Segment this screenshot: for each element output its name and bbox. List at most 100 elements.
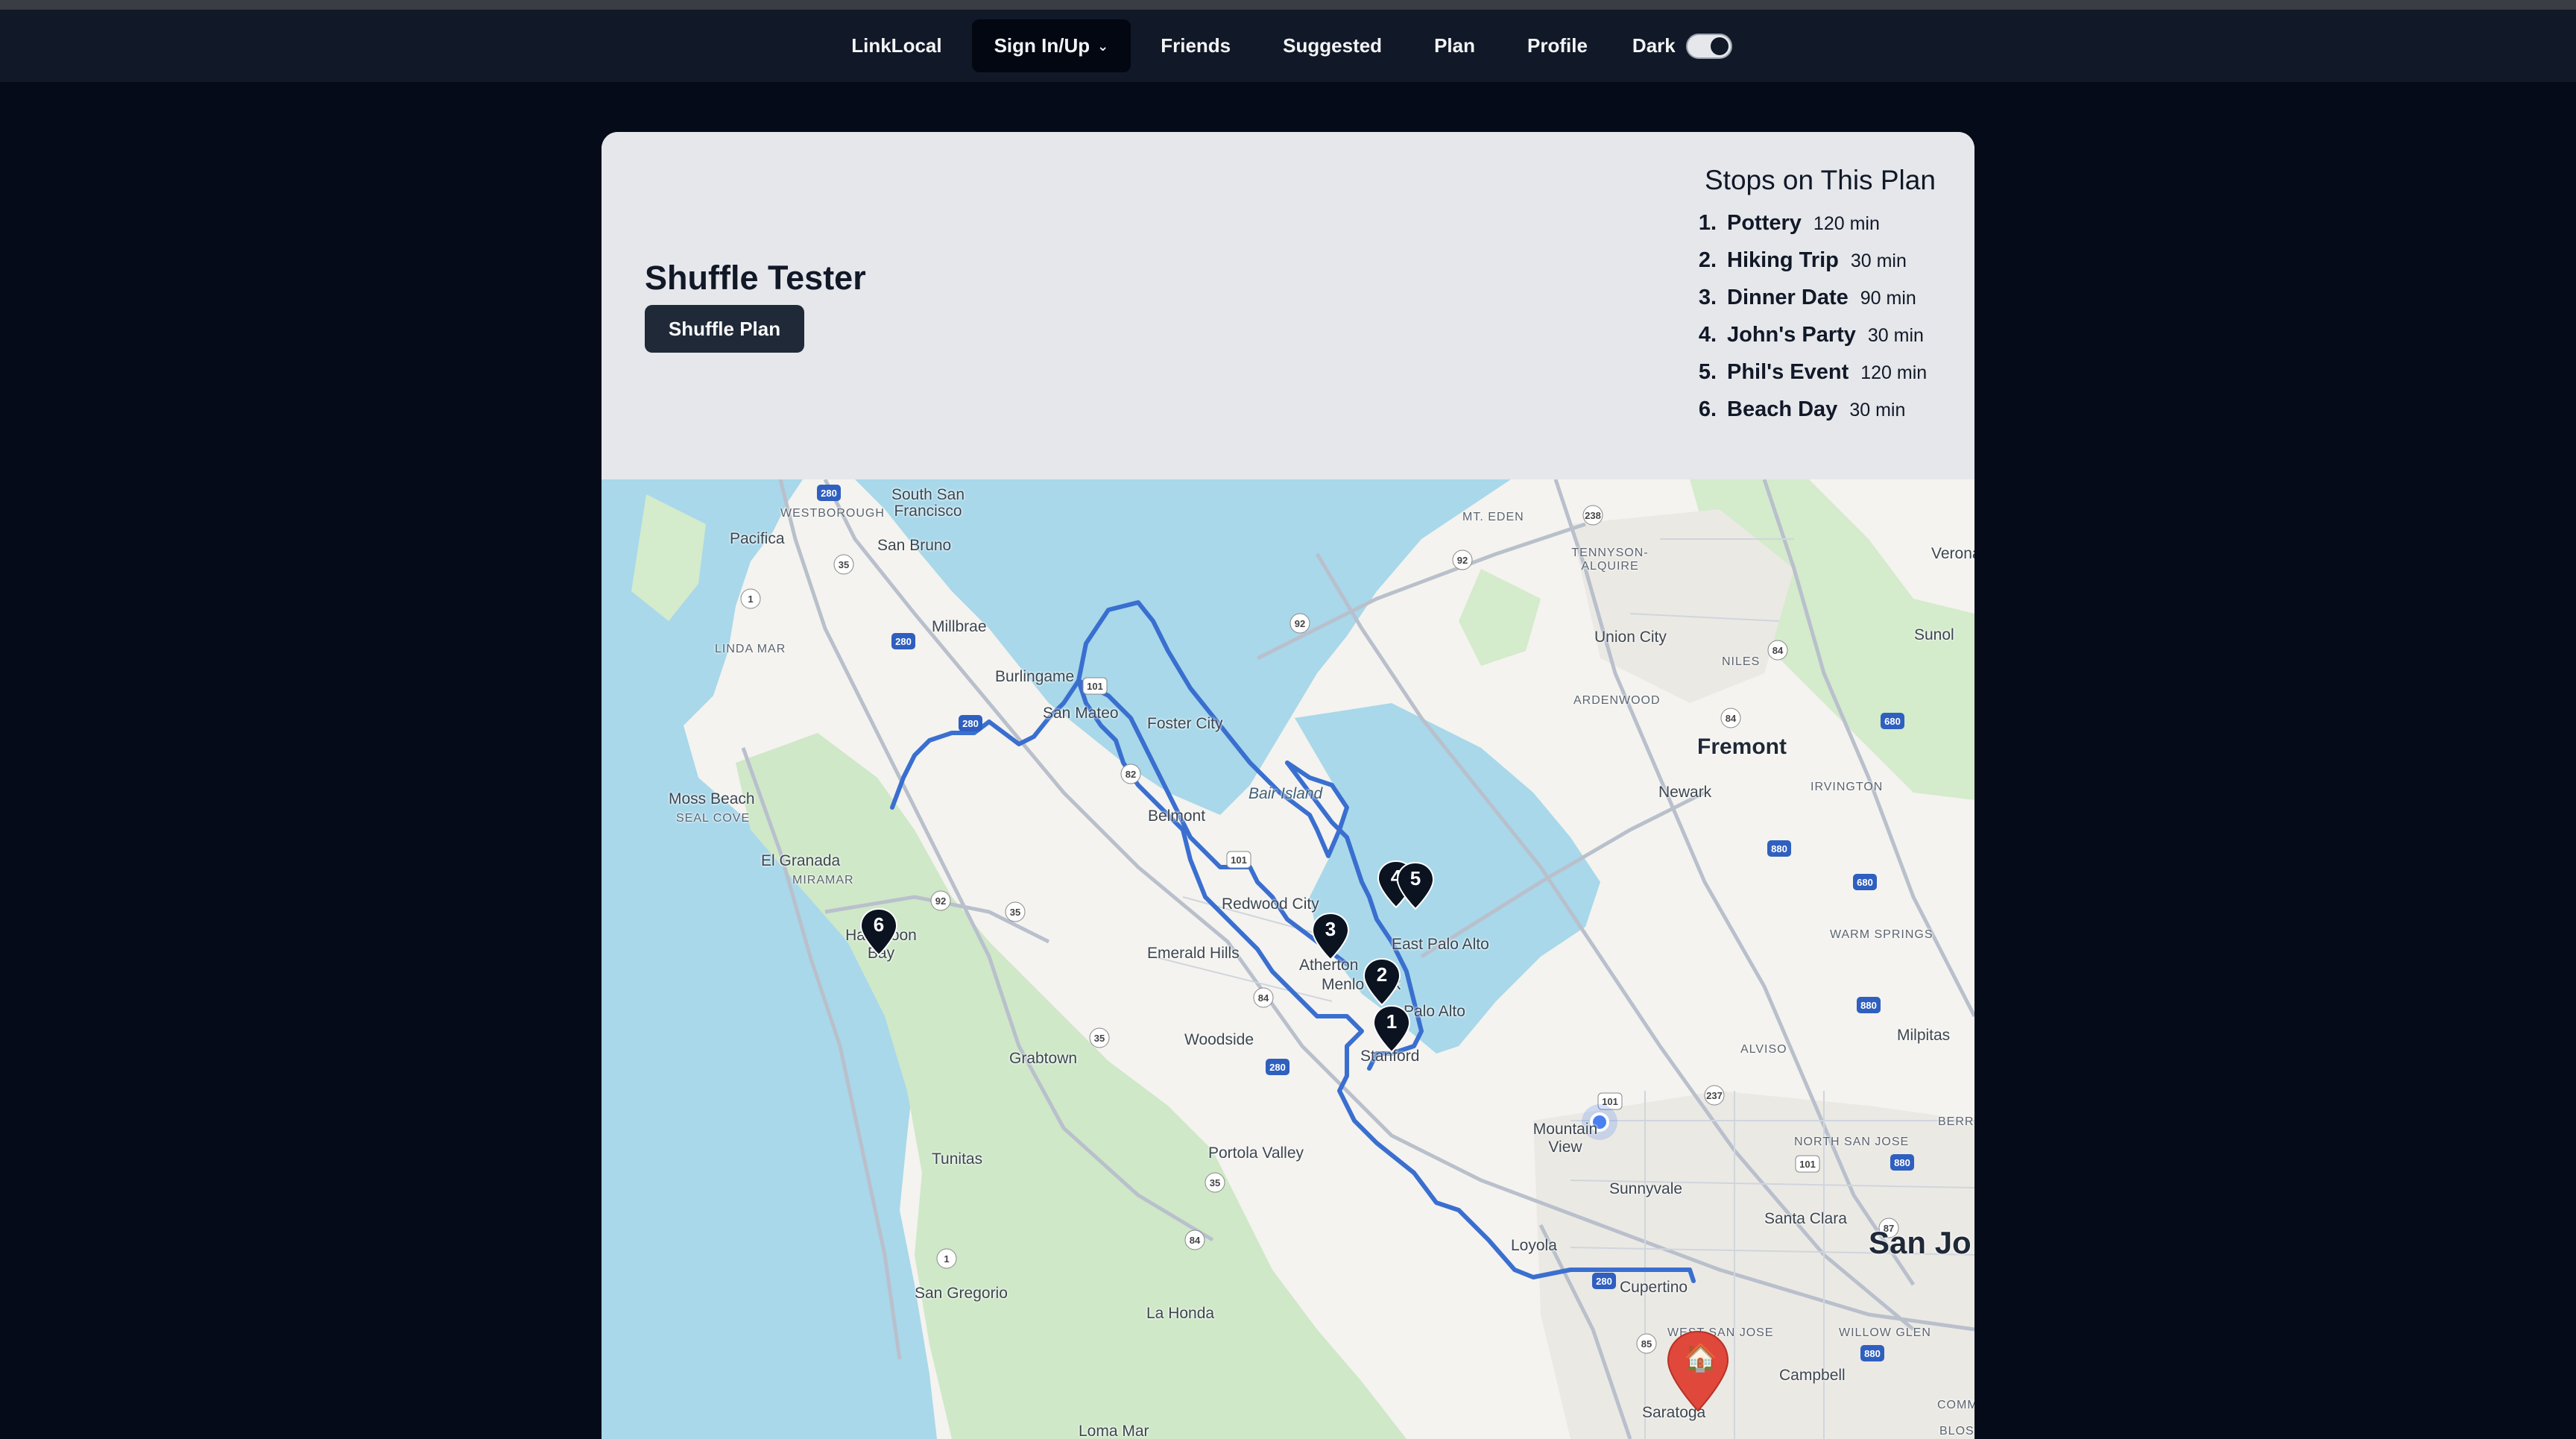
- stop-duration: 120 min: [1860, 362, 1928, 383]
- marker-number: 1: [1386, 1010, 1398, 1033]
- stops-list: 1. Pottery 120 min 2. Hiking Trip 30 min…: [1687, 211, 1927, 435]
- shield-badge: 1: [740, 588, 761, 609]
- shield-badge: 237: [1704, 1085, 1725, 1106]
- stop-duration: 90 min: [1860, 288, 1916, 309]
- stop-marker-2[interactable]: 2: [1363, 957, 1401, 1007]
- map-label: Woodside: [1184, 1031, 1254, 1048]
- shield-number: 84: [1726, 713, 1737, 724]
- shield-number: 880: [1894, 1157, 1910, 1168]
- nav-profile-link[interactable]: Profile: [1505, 19, 1610, 72]
- shield-badge: 280: [1592, 1273, 1616, 1289]
- home-marker[interactable]: 🏠: [1666, 1329, 1730, 1413]
- nav-brand-link[interactable]: LinkLocal: [829, 19, 964, 72]
- map-label: Moss Beach: [669, 790, 755, 807]
- shield-badge: 101: [1226, 851, 1251, 869]
- marker-number: 6: [873, 913, 885, 936]
- stop-item: 1. Pottery 120 min: [1687, 211, 1927, 248]
- shield-badge: 35: [1005, 901, 1026, 922]
- map-label: San Bruno: [877, 537, 952, 554]
- map-label: Emerald Hills: [1147, 945, 1240, 962]
- dark-mode-label: Dark: [1632, 34, 1676, 57]
- map-label: Mountain View: [1532, 1121, 1598, 1156]
- shield-number: 35: [1094, 1033, 1105, 1044]
- map-label: Bair Island: [1248, 785, 1323, 802]
- stop-duration: 120 min: [1813, 213, 1880, 234]
- map-label: Portola Valley: [1208, 1144, 1304, 1162]
- shield-number: 35: [1010, 907, 1020, 918]
- stop-name: Phil's Event: [1727, 360, 1849, 384]
- shield-number: 92: [1457, 555, 1468, 566]
- map-label: SEAL COVE: [676, 812, 751, 825]
- stop-marker-5[interactable]: 5: [1396, 861, 1435, 910]
- nav-signin-label: Sign In/Up: [994, 34, 1090, 57]
- stop-marker-6[interactable]: 6: [859, 907, 898, 957]
- map-label: COMMU: [1937, 1399, 1974, 1411]
- shield-number: 880: [1860, 1000, 1877, 1011]
- stop-number: 5.: [1698, 360, 1717, 384]
- plan-header: Shuffle Tester Shuffle Plan Stops on Thi…: [602, 132, 1974, 479]
- shield-number: 1: [748, 593, 753, 605]
- shield-badge: 1: [936, 1248, 957, 1269]
- shield-badge: 84: [1767, 640, 1788, 661]
- stop-marker-3[interactable]: 3: [1311, 912, 1350, 961]
- map-label: Sunol: [1914, 626, 1954, 643]
- map-canvas: 280 35 1 280 280 101 92 92 82 101 92 35 …: [602, 479, 1974, 1439]
- shield-badge: 880: [1890, 1154, 1914, 1171]
- map-label: Loma Mar: [1079, 1423, 1149, 1439]
- map-label: Tunitas: [932, 1150, 983, 1168]
- shield-number: 280: [1269, 1062, 1286, 1073]
- nav-plan-link[interactable]: Plan: [1412, 19, 1497, 72]
- shield-badge: 280: [817, 485, 841, 501]
- shield-badge: 280: [1266, 1059, 1289, 1075]
- shield-number: 680: [1884, 716, 1901, 727]
- map-label: South San Francisco: [891, 486, 965, 520]
- map-label: Belmont: [1148, 807, 1206, 825]
- map-label: Santa Clara: [1764, 1210, 1847, 1227]
- stop-number: 6.: [1698, 397, 1717, 421]
- route-map[interactable]: 280 35 1 280 280 101 92 92 82 101 92 35 …: [602, 479, 1974, 1439]
- shield-badge: 84: [1253, 987, 1274, 1008]
- stop-number: 1.: [1698, 211, 1717, 235]
- stop-duration: 30 min: [1850, 251, 1907, 271]
- map-label: Grabtown: [1009, 1050, 1078, 1067]
- stop-marker-1[interactable]: 1: [1372, 1004, 1411, 1054]
- dark-mode-control: Dark: [1617, 33, 1747, 59]
- stop-item: 6. Beach Day 30 min: [1687, 397, 1927, 435]
- map-label: NORTH SAN JOSE: [1794, 1136, 1910, 1148]
- map-label: BLOSS: [1939, 1425, 1974, 1438]
- map-label: Burlingame: [995, 668, 1075, 685]
- map-label: Fremont: [1697, 734, 1787, 759]
- shield-number: 92: [1295, 618, 1305, 629]
- shield-badge: 280: [891, 633, 915, 649]
- shield-badge: 84: [1184, 1229, 1205, 1250]
- shuffle-plan-button[interactable]: Shuffle Plan: [645, 305, 804, 353]
- map-label: Campbell: [1779, 1367, 1846, 1384]
- map-label: Palo Alto: [1404, 1003, 1465, 1020]
- nav-suggested-link[interactable]: Suggested: [1260, 19, 1404, 72]
- nav-signin-dropdown[interactable]: Sign In/Up ⌄: [971, 19, 1131, 72]
- map-label: La Honda: [1146, 1305, 1215, 1322]
- toggle-knob: [1710, 37, 1729, 55]
- shield-badge: 82: [1120, 763, 1141, 784]
- shield-badge: 880: [1860, 1345, 1884, 1361]
- stop-item: 5. Phil's Event 120 min: [1687, 360, 1927, 397]
- shield-number: 280: [821, 488, 837, 499]
- nav-friends-link[interactable]: Friends: [1138, 19, 1253, 72]
- shield-number: 84: [1772, 645, 1784, 656]
- shield-badge: 35: [1089, 1027, 1110, 1048]
- dark-mode-toggle[interactable]: [1685, 33, 1732, 59]
- shield-badge: 680: [1881, 713, 1904, 729]
- nav-items: LinkLocal Sign In/Up ⌄ Friends Suggested…: [829, 19, 1747, 72]
- map-label: Foster City: [1147, 715, 1223, 732]
- stop-item: 3. Dinner Date 90 min: [1687, 286, 1927, 323]
- marker-number: 5: [1409, 867, 1421, 889]
- map-label: MT. EDEN: [1462, 511, 1524, 523]
- shield-badge: 101: [1795, 1155, 1820, 1173]
- shield-number: 880: [1864, 1348, 1881, 1359]
- shield-number: 84: [1258, 992, 1269, 1004]
- shield-number: 85: [1641, 1338, 1652, 1350]
- shield-number: 680: [1857, 877, 1873, 888]
- map-label: San Mateo: [1043, 705, 1119, 722]
- map-label: IRVINGTON: [1811, 781, 1884, 793]
- stop-number: 4.: [1698, 323, 1717, 347]
